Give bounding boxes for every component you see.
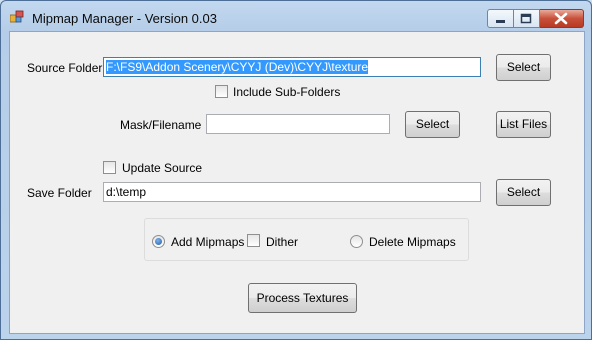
source-folder-value: F:\FS9\Addon Scenery\CYYJ (Dev)\CYYJ\tex…	[106, 60, 369, 74]
add-mipmaps-radio[interactable]	[152, 235, 165, 248]
list-files-label: List Files	[499, 117, 548, 131]
mask-input[interactable]	[206, 114, 390, 134]
app-icon	[10, 10, 24, 23]
add-mipmaps-label[interactable]: Add Mipmaps	[171, 235, 244, 249]
save-folder-label: Save Folder	[27, 186, 92, 200]
close-icon	[554, 12, 568, 25]
mask-select-label: Select	[415, 117, 450, 131]
list-files-button[interactable]: List Files	[496, 111, 551, 138]
minimize-button[interactable]	[487, 9, 514, 28]
maximize-icon	[520, 13, 532, 24]
delete-mipmaps-label[interactable]: Delete Mipmaps	[369, 235, 456, 249]
window-title: Mipmap Manager - Version 0.03	[32, 11, 217, 26]
source-select-label: Select	[506, 60, 541, 74]
form-client-area: Source Folder F:\FS9\Addon Scenery\CYYJ …	[9, 31, 585, 334]
dither-label[interactable]: Dither	[266, 235, 298, 249]
mask-label: Mask/Filename	[120, 118, 202, 132]
close-button[interactable]	[540, 9, 584, 28]
save-folder-input[interactable]: d:\temp	[103, 182, 481, 202]
title-bar[interactable]: Mipmap Manager - Version 0.03	[1, 1, 591, 31]
source-select-button[interactable]: Select	[496, 54, 551, 81]
source-folder-input[interactable]: F:\FS9\Addon Scenery\CYYJ (Dev)\CYYJ\tex…	[103, 57, 481, 77]
update-source-label[interactable]: Update Source	[122, 161, 202, 175]
source-folder-label: Source Folder	[27, 61, 103, 75]
main-window: Mipmap Manager - Version 0.03 Source Fol…	[0, 0, 592, 340]
save-select-label: Select	[506, 185, 541, 199]
include-subfolders-checkbox[interactable]	[215, 85, 228, 98]
mask-select-button[interactable]: Select	[405, 111, 460, 138]
dither-checkbox[interactable]	[247, 234, 260, 247]
delete-mipmaps-radio[interactable]	[350, 235, 363, 248]
minimize-icon	[496, 20, 505, 23]
update-source-checkbox[interactable]	[103, 161, 116, 174]
save-folder-value: d:\temp	[106, 185, 147, 199]
maximize-button[interactable]	[514, 9, 540, 28]
process-textures-button[interactable]: Process Textures	[248, 283, 357, 313]
save-select-button[interactable]: Select	[496, 179, 551, 206]
include-subfolders-label[interactable]: Include Sub-Folders	[233, 85, 340, 99]
process-textures-label: Process Textures	[256, 291, 349, 305]
